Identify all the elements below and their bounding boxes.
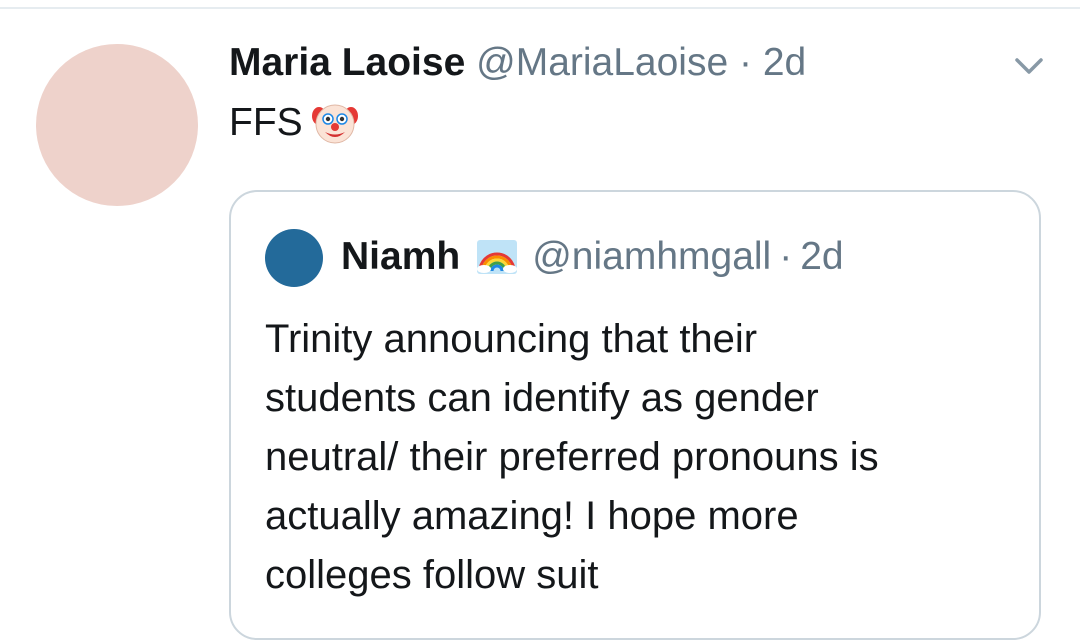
tweet-text-content: FFS — [229, 101, 303, 144]
top-divider — [0, 7, 1080, 9]
quote-text-line: colleges follow suit — [265, 553, 599, 597]
user-handle[interactable]: @MariaLaoise — [476, 41, 728, 84]
quoted-tweet-card[interactable]: Niamh @niamhmgall · 2d Trinity announcin… — [229, 190, 1041, 640]
quote-header: Niamh @niamhmgall · 2d — [341, 234, 844, 280]
chevron-down-icon[interactable] — [1010, 52, 1048, 80]
quote-text-line: students can identify as gender — [265, 376, 819, 420]
tweet-header: Maria Laoise @MariaLaoise · 2d — [229, 40, 806, 86]
quote-display-name[interactable]: Niamh — [341, 234, 460, 280]
separator-dot: · — [739, 41, 753, 84]
quote-separator-dot: · — [779, 235, 793, 278]
quote-text-line: Trinity announcing that their — [265, 317, 758, 361]
quote-avatar[interactable] — [265, 229, 323, 287]
quote-text-line: actually amazing! I hope more — [265, 494, 799, 538]
display-name[interactable]: Maria Laoise — [229, 41, 465, 84]
quote-text-line: neutral/ their preferred pronouns is — [265, 435, 879, 479]
rainbow-icon — [476, 239, 518, 275]
quote-timestamp[interactable]: 2d — [800, 234, 843, 280]
tweet-timestamp[interactable]: 2d — [763, 41, 806, 84]
clown-face-icon — [311, 100, 359, 146]
avatar[interactable] — [36, 44, 198, 206]
quote-user-handle[interactable]: @niamhmgall — [532, 234, 771, 280]
tweet-text: FFS — [229, 100, 359, 146]
quote-text: Trinity announcing that their students c… — [265, 310, 1025, 605]
